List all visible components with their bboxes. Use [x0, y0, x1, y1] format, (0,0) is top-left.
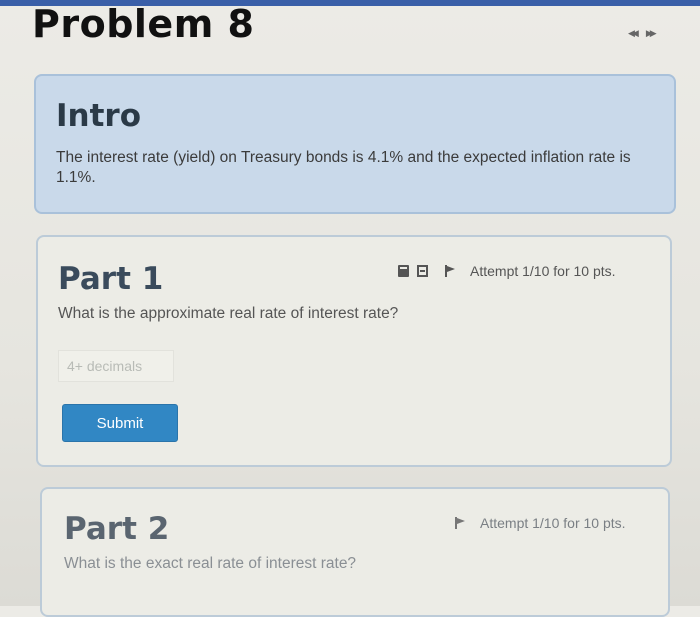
answer-input[interactable] [58, 350, 174, 382]
part-2-heading: Part 2 [64, 511, 170, 547]
problem-navigation: ◀◀ ▶▶ [628, 28, 657, 39]
intro-text: The interest rate (yield) on Treasury bo… [56, 149, 631, 186]
part-1-toolbar: Attempt 1/10 for 10 pts. [398, 263, 616, 279]
submit-button[interactable]: Submit [62, 404, 178, 442]
part-2-question: What is the exact real rate of interest … [64, 555, 357, 572]
calculator-icon[interactable] [398, 265, 409, 277]
part-1-heading: Part 1 [58, 261, 164, 297]
part-2-card: Part 2 Attempt 1/10 for 10 pts. What is … [40, 487, 670, 617]
part-1-question: What is the approximate real rate of int… [58, 305, 399, 322]
next-problem-icon[interactable]: ▶▶ [646, 28, 657, 39]
flag-icon[interactable] [454, 517, 466, 529]
attempt-status: Attempt 1/10 for 10 pts. [470, 263, 616, 279]
formula-icon[interactable] [417, 265, 428, 277]
page-title: Problem 8 [32, 2, 255, 46]
intro-card: Intro The interest rate (yield) on Treas… [34, 74, 676, 214]
flag-icon[interactable] [444, 265, 456, 277]
intro-heading: Intro [56, 98, 142, 134]
previous-problem-icon[interactable]: ◀◀ [628, 28, 639, 39]
part-1-card: Part 1 Attempt 1/10 for 10 pts. What is … [36, 235, 672, 467]
part-2-toolbar: Attempt 1/10 for 10 pts. [454, 515, 626, 531]
attempt-status: Attempt 1/10 for 10 pts. [480, 515, 626, 531]
